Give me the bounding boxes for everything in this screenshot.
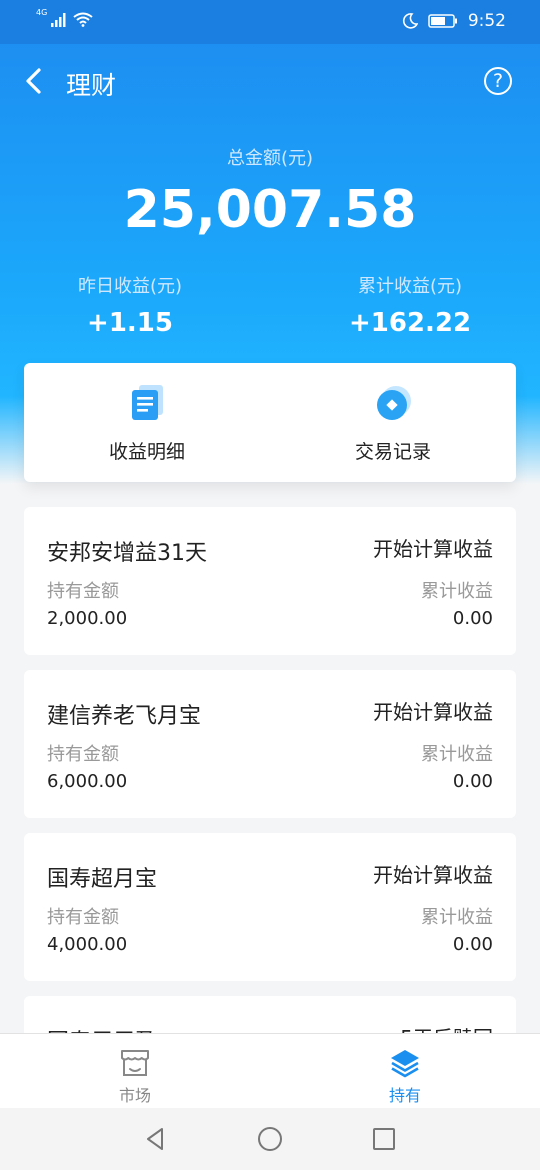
holding-card[interactable]: 安邦安增益31天 开始计算收益 持有金额 累计收益 2,000.00 0.00 xyxy=(24,507,516,655)
market-icon xyxy=(121,1050,149,1076)
tab-holdings[interactable]: 持有 xyxy=(270,1034,540,1108)
holding-amount-value: 2,000.00 xyxy=(47,608,128,629)
page-title: 理财 xyxy=(66,71,117,100)
battery-icon xyxy=(428,14,457,28)
cumulative-earnings-value: +162.22 xyxy=(348,308,472,338)
cumulative-label: 累计收益 xyxy=(421,907,493,928)
total-amount-label: 总金额(元) xyxy=(226,148,314,169)
system-navigation-bar xyxy=(0,1108,540,1170)
tab-market[interactable]: 市场 xyxy=(0,1034,270,1108)
total-amount-value: 25,007.58 xyxy=(123,180,417,240)
coin-icon xyxy=(377,386,411,420)
earnings-detail-label: 收益明细 xyxy=(108,441,185,463)
quick-actions-card: 收益明细 交易记录 xyxy=(24,363,516,482)
cumulative-value: 0.00 xyxy=(452,608,493,629)
home-circle-icon[interactable] xyxy=(255,1124,285,1154)
product-status: 开始计算收益 xyxy=(373,537,493,561)
wifi-icon xyxy=(73,12,93,27)
transaction-records-label: 交易记录 xyxy=(354,441,431,463)
cumulative-label: 累计收益 xyxy=(421,744,493,765)
status-right: 9:52 xyxy=(402,11,506,31)
yesterday-earnings-label: 昨日收益(元) xyxy=(77,276,183,297)
back-triangle-icon[interactable] xyxy=(140,1124,170,1154)
holding-card[interactable]: 国寿超月宝 开始计算收益 持有金额 累计收益 4,000.00 0.00 xyxy=(24,833,516,981)
cumulative-value: 0.00 xyxy=(452,934,493,955)
product-status: 开始计算收益 xyxy=(373,863,493,887)
holding-card[interactable]: 建信养老飞月宝 开始计算收益 持有金额 累计收益 6,000.00 0.00 xyxy=(24,670,516,818)
holding-amount-label: 持有金额 xyxy=(47,581,119,602)
earnings-detail-button[interactable]: 收益明细 xyxy=(24,363,270,482)
cumulative-value: 0.00 xyxy=(452,771,493,792)
network-type: 4G xyxy=(36,8,48,17)
holding-amount-value: 6,000.00 xyxy=(47,771,128,792)
status-bar: 4G 9:52 xyxy=(0,0,540,44)
tab-market-label: 市场 xyxy=(118,1086,151,1105)
product-status: 开始计算收益 xyxy=(373,700,493,724)
product-name: 国寿超月宝 xyxy=(47,867,158,892)
status-left: 4G xyxy=(36,8,93,27)
cumulative-earnings-label: 累计收益(元) xyxy=(357,276,463,297)
holding-amount-label: 持有金额 xyxy=(47,744,119,765)
layers-icon xyxy=(391,1050,419,1078)
cumulative-label: 累计收益 xyxy=(421,581,493,602)
help-icon[interactable]: ? xyxy=(484,67,512,95)
document-icon xyxy=(132,385,163,420)
status-time: 9:52 xyxy=(467,11,506,31)
moon-icon xyxy=(402,13,418,29)
yesterday-earnings-value: +1.15 xyxy=(87,308,173,338)
holding-amount-label: 持有金额 xyxy=(47,907,119,928)
back-arrow-icon[interactable] xyxy=(20,66,50,96)
holding-amount-value: 4,000.00 xyxy=(47,934,128,955)
tab-holdings-label: 持有 xyxy=(388,1086,421,1105)
transaction-records-button[interactable]: 交易记录 xyxy=(270,363,516,482)
product-name: 建信养老飞月宝 xyxy=(47,704,202,729)
product-name: 安邦安增益31天 xyxy=(47,541,207,566)
signal-icon xyxy=(51,13,66,27)
bottom-tab-bar: 市场 持有 xyxy=(0,1033,540,1108)
recents-square-icon[interactable] xyxy=(369,1124,399,1154)
